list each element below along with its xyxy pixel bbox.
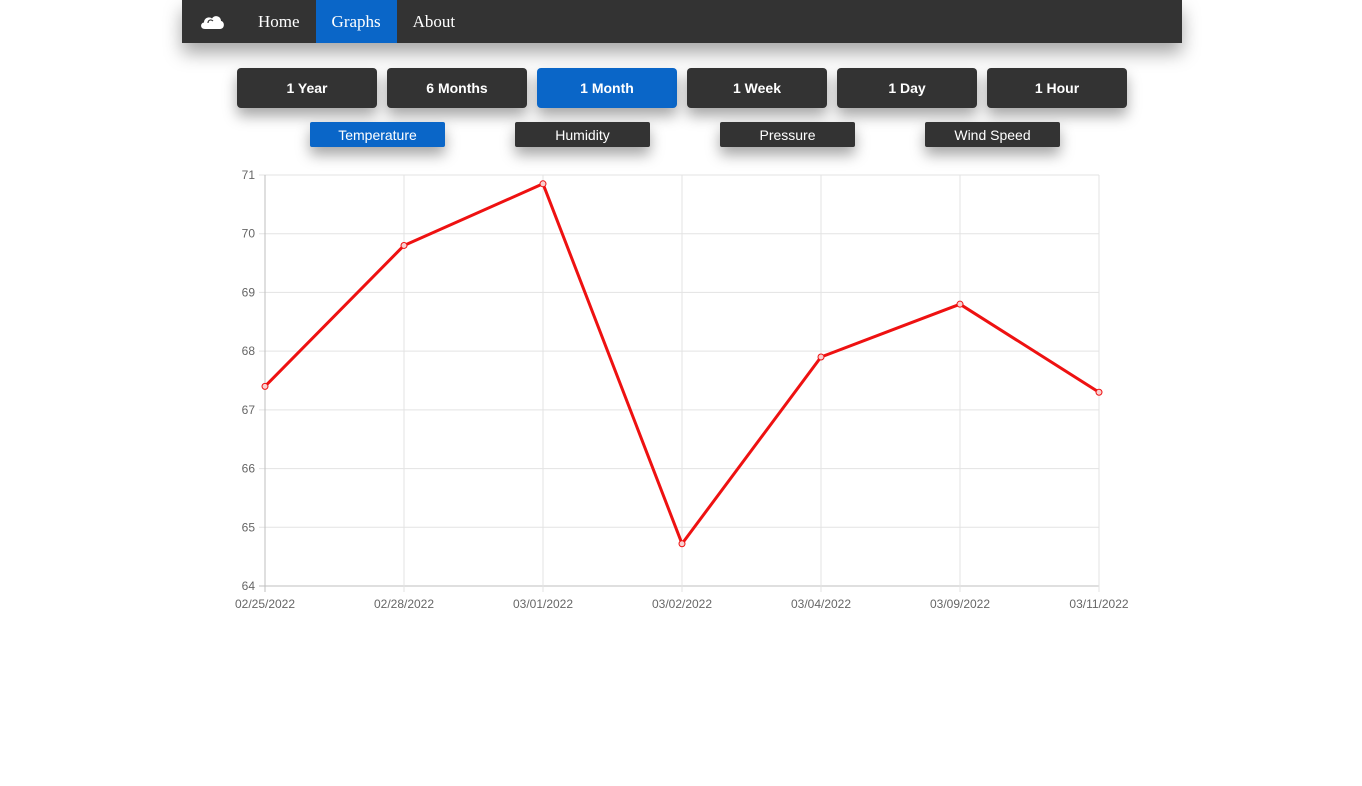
data-point (539, 180, 547, 188)
x-tick-label: 03/11/2022 (1069, 597, 1128, 611)
x-tick-label: 03/02/2022 (652, 597, 712, 611)
data-point (261, 382, 269, 390)
y-tick-label: 67 (242, 403, 256, 417)
data-point (817, 353, 825, 361)
y-tick-label: 69 (242, 285, 256, 299)
data-point (678, 540, 686, 548)
x-tick-label: 03/04/2022 (791, 597, 851, 611)
y-tick-label: 64 (242, 579, 256, 593)
y-tick-label: 66 (242, 462, 256, 476)
data-point (1095, 388, 1103, 396)
y-tick-label: 68 (242, 344, 256, 358)
y-tick-label: 71 (242, 168, 256, 182)
y-tick-label: 65 (242, 520, 256, 534)
y-tick-label: 70 (242, 227, 256, 241)
data-point (956, 300, 964, 308)
x-tick-label: 03/01/2022 (513, 597, 573, 611)
data-point (400, 241, 408, 249)
x-tick-label: 02/28/2022 (374, 597, 434, 611)
x-tick-label: 03/09/2022 (930, 597, 990, 611)
temperature-line-chart: 64 65 66 67 68 69 70 71 02/25/2022 02/28/2022 03/0… (235, 168, 1129, 611)
x-tick-label: 02/25/2022 (235, 597, 295, 611)
